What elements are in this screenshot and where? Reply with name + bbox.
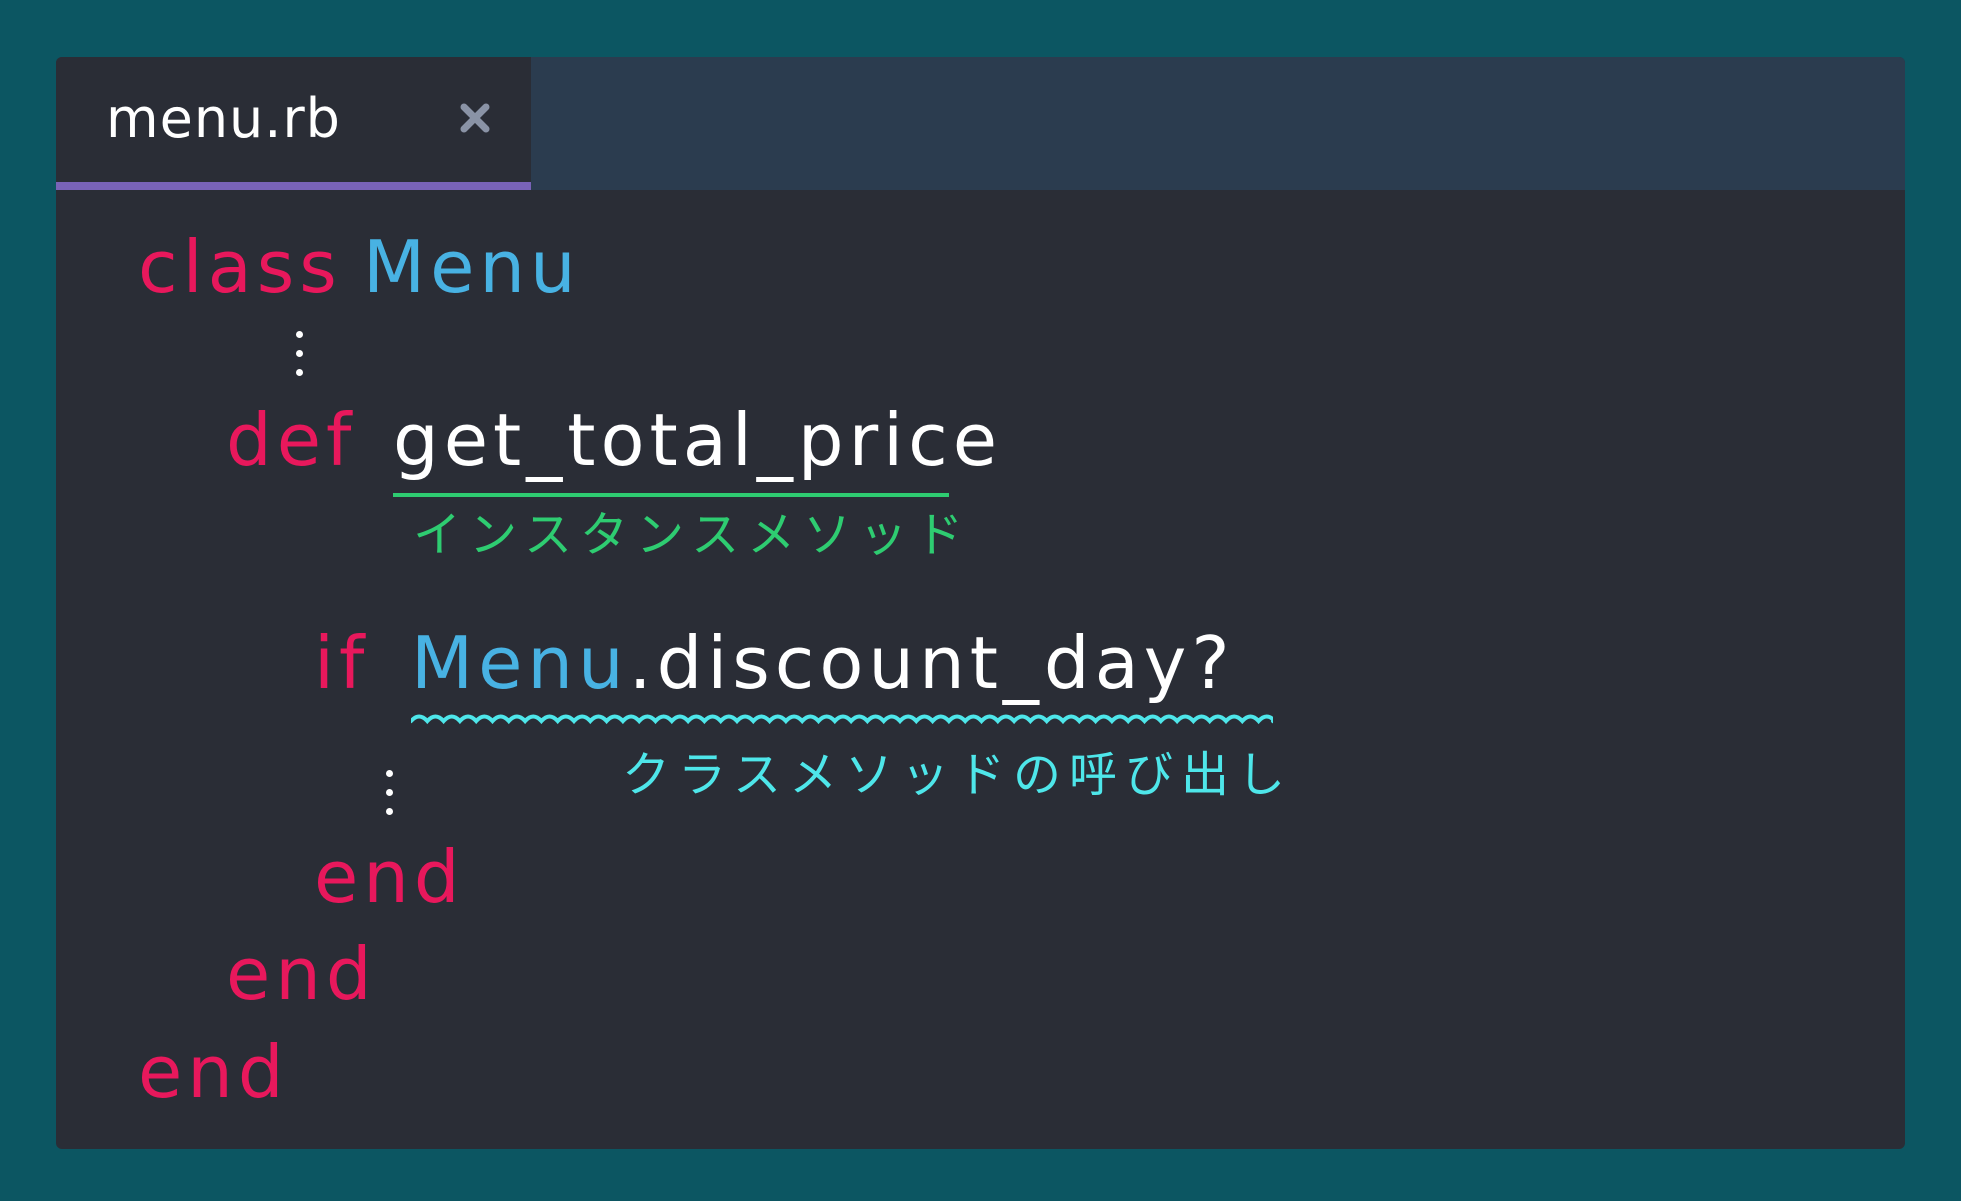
ellipsis-icon [296, 331, 304, 388]
instance-method-label: インスタンスメソッド [413, 507, 972, 563]
wavy-underline [411, 714, 1273, 725]
ellipsis-icon [386, 770, 394, 827]
keyword-end-if: end [314, 835, 465, 919]
keyword-end-def: end [226, 932, 377, 1016]
method-name: get_total_price [393, 398, 1003, 482]
class-receiver: Menu [411, 621, 629, 705]
keyword-if: if [314, 621, 370, 705]
instance-method-underline [393, 493, 949, 497]
code-editor: menu.rb class Menu def get_total_price イ… [56, 57, 1905, 1149]
keyword-def: def [226, 398, 357, 482]
code-area[interactable]: class Menu def get_total_price インスタンスメソッ… [56, 57, 1905, 1149]
class-method-call-expression: Menu.discount_day? [411, 623, 1235, 703]
class-name: Menu [363, 225, 581, 309]
class-method-call-label: クラスメソッドの呼び出し [622, 747, 1294, 803]
class-method-call: .discount_day? [628, 621, 1235, 705]
keyword-end-class: end [138, 1030, 289, 1114]
keyword-class: class [138, 225, 342, 309]
